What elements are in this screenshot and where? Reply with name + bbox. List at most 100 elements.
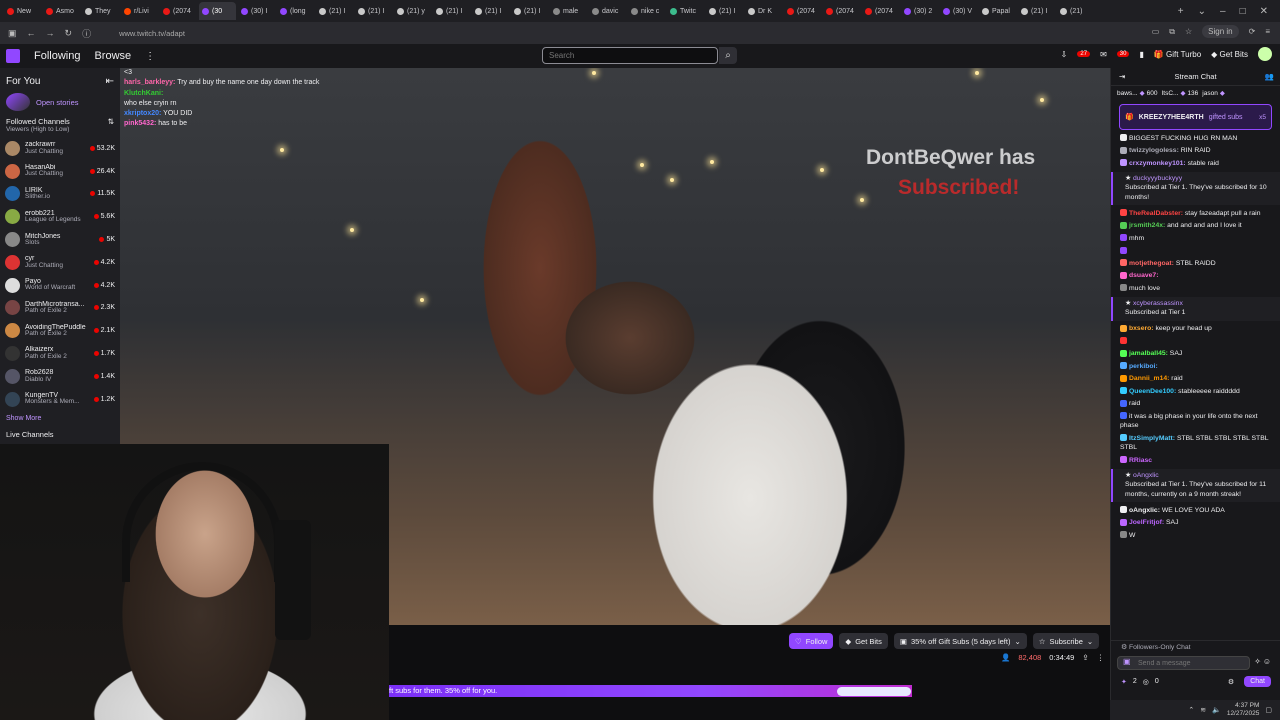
users-icon[interactable]: 👥 — [1265, 72, 1274, 81]
browser-tab[interactable]: (21) I — [511, 2, 548, 20]
url-field[interactable]: www.twitch.tv/adapt — [119, 29, 185, 38]
bits-leader-chip[interactable]: baws... ◆ 600 — [1117, 89, 1157, 98]
tray-chevron-icon[interactable]: ⌃ — [1188, 706, 1194, 714]
chat-user[interactable]: ItzSimplyMatt: — [1129, 435, 1175, 442]
chat-user[interactable]: RRiasc — [1129, 457, 1152, 464]
chevron-down-icon[interactable]: ⌄ — [1198, 6, 1206, 17]
followed-channel-item[interactable]: erobb221 League of Legends 5.6K — [0, 205, 120, 228]
chat-user[interactable]: QueenDee100: — [1129, 388, 1176, 395]
back-icon[interactable]: ← — [27, 28, 36, 38]
user-avatar[interactable] — [1258, 47, 1272, 61]
volume-icon[interactable]: 🔈 — [1212, 706, 1221, 714]
chat-user[interactable]: Dannii_m14: — [1129, 375, 1169, 382]
more-options-icon[interactable]: ⋮ — [1097, 653, 1105, 662]
chat-send-button[interactable]: Chat — [1244, 676, 1271, 687]
browser-tab[interactable]: They — [82, 2, 119, 20]
menu-icon[interactable]: ≡ — [1265, 27, 1270, 36]
followed-channel-item[interactable]: Alkaizerx Path of Exile 2 1.7K — [0, 342, 120, 365]
more-icon[interactable]: ⋮ — [145, 51, 155, 62]
browser-tab[interactable]: Dr K — [745, 2, 782, 20]
gift-turbo-button[interactable]: 🎁 Gift Turbo — [1154, 50, 1201, 59]
followed-channel-item[interactable]: zackrawrr Just Chatting 53.2K — [0, 137, 120, 160]
pinned-gift-alert[interactable]: 🎁 KREEZY7HEE4RTH gifted subs x5 — [1119, 104, 1272, 130]
browser-tab[interactable]: (2074 — [862, 2, 899, 20]
browser-tab[interactable]: nike c — [628, 2, 665, 20]
get-bits-button[interactable]: ◆ Get Bits — [839, 633, 888, 649]
clock[interactable]: 4:37 PM 12/27/2025 — [1227, 702, 1260, 718]
subscribe-button[interactable]: ☆ Subscribe ⌄ — [1032, 633, 1100, 649]
new-tab-icon[interactable]: + — [1178, 6, 1184, 17]
reload-icon[interactable]: ↻ — [65, 28, 73, 39]
notification-center-icon[interactable]: ▢ — [1265, 706, 1272, 714]
chat-user[interactable]: twizzylogoless: — [1129, 147, 1179, 154]
browser-tab[interactable]: (30) 2 — [901, 2, 938, 20]
sign-in-button[interactable]: Sign in — [1202, 25, 1239, 38]
chat-user[interactable]: bxsero: — [1129, 325, 1154, 332]
extensions-icon[interactable]: ⧉ — [1169, 27, 1175, 37]
followed-channel-item[interactable]: Payo World of Warcraft 4.2K — [0, 274, 120, 297]
collapse-sidebar-icon[interactable]: ⇤ — [106, 76, 114, 87]
browser-tab[interactable]: (30) V — [940, 2, 977, 20]
chat-settings-icon[interactable]: ⚙ — [1228, 678, 1234, 686]
maximize-icon[interactable]: □ — [1240, 6, 1246, 17]
browser-tab[interactable]: (2074 — [823, 2, 860, 20]
browser-tab[interactable]: (2074 — [160, 2, 197, 20]
chat-user[interactable]: JoelFritjof: — [1129, 519, 1164, 526]
followed-channel-item[interactable]: DarthMicrotransa... Path of Exile 2 2.3K — [0, 297, 120, 320]
browser-tab[interactable]: (long — [277, 2, 314, 20]
browser-tab[interactable]: (21) I — [433, 2, 470, 20]
follow-button[interactable]: ♡ Follow — [789, 633, 834, 649]
chat-user[interactable]: jamalball45: — [1129, 350, 1168, 357]
followed-channel-item[interactable]: Rob2628 Diablo IV 1.4K — [0, 365, 120, 388]
browser-tab[interactable]: davic — [589, 2, 626, 20]
nav-get-bits-button[interactable]: ◆ Get Bits — [1211, 50, 1248, 59]
browser-tab[interactable]: New — [4, 2, 41, 20]
followed-channel-item[interactable]: cyr Just Chatting 4.2K — [0, 251, 120, 274]
inbox-icon[interactable]: ⇩ — [1061, 50, 1068, 59]
browser-tab[interactable]: Twitc — [667, 2, 704, 20]
chat-user[interactable]: crxzymonkey101: — [1129, 160, 1186, 167]
twitch-logo-icon[interactable] — [6, 49, 20, 63]
browser-tab[interactable]: Asmo — [43, 2, 80, 20]
chat-user[interactable]: perkiboi: — [1129, 363, 1158, 370]
promo-button[interactable] — [837, 687, 911, 696]
browser-tab[interactable]: Papal — [979, 2, 1016, 20]
bookmark-icon[interactable]: ☆ — [1185, 27, 1192, 36]
sync-icon[interactable]: ⟳ — [1249, 27, 1256, 36]
bits-leader-chip[interactable]: jason ◆ — [1202, 89, 1227, 98]
browser-tab[interactable]: (21) I — [472, 2, 509, 20]
browser-tab[interactable]: (21) — [1057, 2, 1094, 20]
browser-tab[interactable]: (30) I — [238, 2, 275, 20]
followed-channel-item[interactable]: HasanAbi Just Chatting 26.4K — [0, 160, 120, 183]
share-icon[interactable]: ⇪ — [1082, 653, 1088, 662]
gift-subs-button[interactable]: ▣ 35% off Gift Subs (5 days left) ⌄ — [893, 633, 1027, 649]
browser-tab[interactable]: (30 — [199, 2, 236, 20]
show-more-link[interactable]: Show More — [0, 411, 120, 426]
chat-message-input[interactable] — [1117, 656, 1250, 670]
browser-tab[interactable]: (21) I — [316, 2, 353, 20]
browser-tab[interactable]: (21) y — [394, 2, 431, 20]
chat-user[interactable]: oAngxlic: — [1129, 507, 1160, 514]
notifications-icon[interactable]: ▮ — [1139, 50, 1143, 59]
followed-channel-item[interactable]: AvoidingThePuddle Path of Exile 2 2.1K — [0, 319, 120, 342]
collapse-chat-icon[interactable]: ⇥ — [1119, 72, 1125, 81]
browser-tab[interactable]: (21) I — [706, 2, 743, 20]
forward-icon[interactable]: → — [46, 28, 55, 38]
bits-leader-chip[interactable]: ItsC... ◆ 136 — [1161, 89, 1198, 98]
browser-tab[interactable]: (2074 — [784, 2, 821, 20]
sidebar-toggle-icon[interactable]: ▣ — [8, 28, 17, 39]
followed-channel-item[interactable]: MitchJones Slots 5K — [0, 228, 120, 251]
site-info-icon[interactable]: ⓘ — [82, 27, 91, 40]
emote-icon[interactable]: ☺ — [1263, 657, 1271, 666]
gift-sub-promo-banner[interactable]: ft subs for them. 35% off for you. — [389, 685, 912, 697]
wifi-icon[interactable]: ≋ — [1200, 706, 1206, 714]
whispers-icon[interactable]: ✉ — [1100, 50, 1107, 59]
cast-icon[interactable]: ▭ — [1152, 27, 1160, 36]
chat-user[interactable]: dsuave7: — [1129, 272, 1158, 279]
browser-tab[interactable]: (21) I — [1018, 2, 1055, 20]
search-icon[interactable]: ⌕ — [719, 47, 737, 64]
nav-following[interactable]: Following — [34, 50, 80, 62]
bits-cheer-icon[interactable]: ✧ — [1254, 657, 1261, 666]
channel-points-icon[interactable]: ✦ — [1121, 678, 1127, 686]
close-icon[interactable]: ✕ — [1260, 6, 1268, 17]
